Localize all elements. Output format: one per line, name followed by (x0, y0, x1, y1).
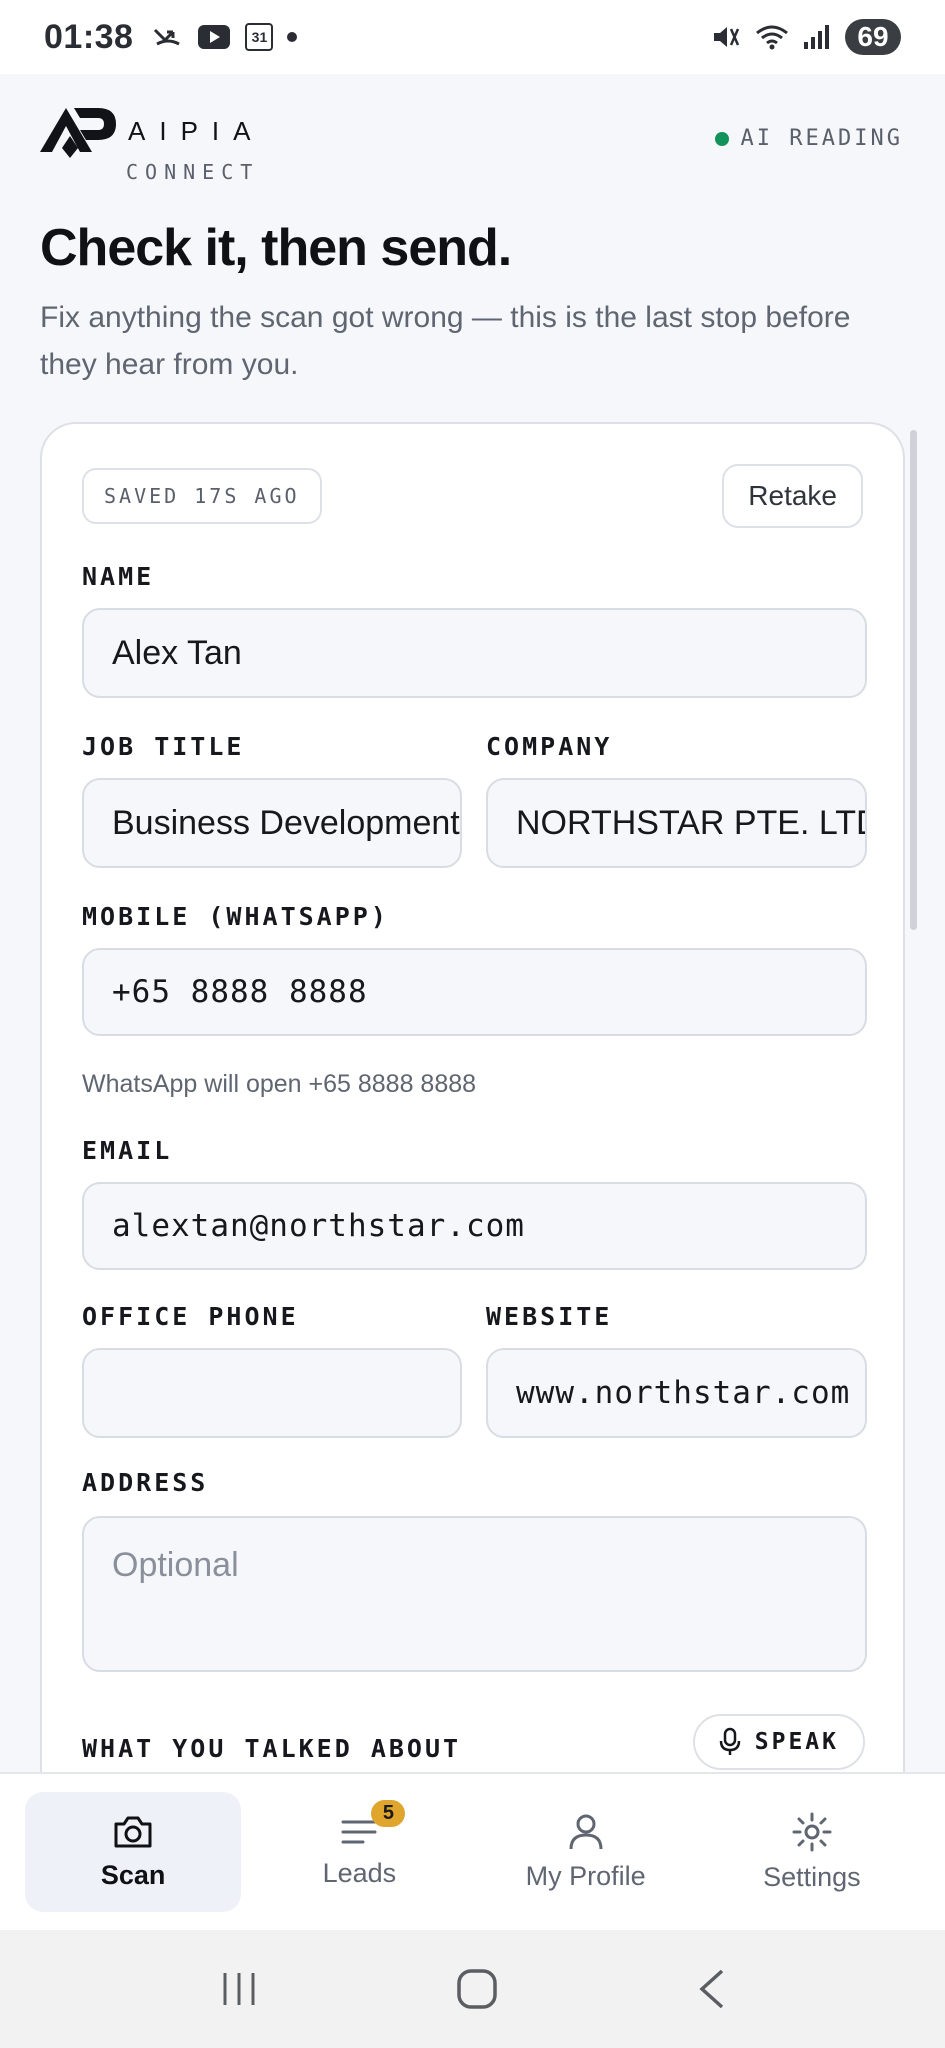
saved-status-badge: SAVED 17S AGO (82, 468, 322, 524)
calendar-icon: 31 (245, 23, 274, 51)
nav-scan[interactable]: Scan (25, 1792, 242, 1912)
whatsapp-hint: WhatsApp will open +65 8888 8888 (82, 1070, 477, 1098)
brand-name: AIPIA (128, 116, 265, 146)
job-title-input[interactable]: Business Development Manager (82, 778, 462, 868)
app-header: AIPIA CONNECT AI READING (0, 74, 945, 194)
camera-icon (114, 1816, 152, 1847)
office-phone-input[interactable] (82, 1348, 462, 1438)
nav-settings[interactable]: Settings (704, 1792, 920, 1912)
ai-status-label: AI READING (740, 126, 903, 151)
page-title: Check it, then send. (40, 219, 512, 277)
aipia-logo-icon (40, 108, 116, 158)
job-title-label: JOB TITLE (82, 732, 245, 761)
scrollbar-thumb[interactable] (910, 430, 917, 930)
status-time: 01:38 (44, 17, 134, 56)
notification-dot-icon (287, 32, 298, 42)
mobile-label: MOBILE (WHATSAPP) (82, 902, 389, 931)
battery-indicator: 69 (845, 19, 901, 55)
speak-button[interactable]: SPEAK (692, 1714, 865, 1770)
recent-apps-icon[interactable] (219, 1971, 259, 2007)
email-input[interactable]: alextan@northstar.com (82, 1182, 867, 1270)
website-label: WEBSITE (486, 1302, 613, 1331)
home-icon[interactable] (456, 1968, 498, 2010)
company-input[interactable]: NORTHSTAR PTE. LTD. (486, 778, 867, 868)
mute-icon (714, 27, 740, 47)
company-label: COMPANY (486, 732, 613, 761)
status-right: 69 (711, 19, 901, 55)
speak-label: SPEAK (754, 1729, 839, 1755)
leads-count-badge: 5 (371, 1800, 406, 1827)
signal-icon (804, 25, 829, 49)
youtube-icon (198, 25, 231, 49)
gear-icon (792, 1812, 832, 1851)
retake-button[interactable]: Retake (722, 464, 863, 528)
status-bar: 01:38 31 69 (0, 0, 945, 74)
name-label: NAME (82, 562, 155, 591)
email-label: EMAIL (82, 1136, 173, 1165)
address-textarea[interactable]: Optional (82, 1516, 867, 1672)
brand-subtitle: CONNECT (126, 160, 260, 184)
status-left-icons: 31 (153, 23, 298, 51)
microphone-icon (719, 1727, 740, 1755)
talked-about-label: WHAT YOU TALKED ABOUT (82, 1734, 462, 1763)
wifi-icon (756, 25, 788, 50)
nav-my-profile[interactable]: My Profile (478, 1792, 694, 1912)
status-dot-icon (714, 131, 729, 146)
ai-status-indicator: AI READING (714, 126, 903, 151)
bottom-navigation: Scan 5 Leads My Profile Settings (0, 1772, 945, 1930)
nav-my-profile-label: My Profile (525, 1860, 646, 1891)
nav-scan-label: Scan (100, 1859, 166, 1890)
nav-leads[interactable]: 5 Leads (251, 1792, 467, 1912)
user-icon (569, 1814, 603, 1849)
address-label: ADDRESS (82, 1468, 209, 1497)
system-navigation-bar (0, 1930, 945, 2048)
office-phone-label: OFFICE PHONE (82, 1302, 299, 1331)
nav-leads-label: Leads (322, 1857, 397, 1888)
website-input[interactable]: www.northstar.com (486, 1348, 867, 1438)
page-subtitle: Fix anything the scan got wrong — this i… (40, 301, 851, 381)
missed-call-icon (154, 28, 181, 46)
back-icon[interactable] (696, 1968, 726, 2010)
mobile-input[interactable]: +65 8888 8888 (82, 948, 867, 1036)
contact-form-card: SAVED 17S AGO Retake NAME Alex Tan JOB T… (40, 422, 905, 1822)
name-input[interactable]: Alex Tan (82, 608, 867, 698)
nav-settings-label: Settings (763, 1861, 861, 1892)
